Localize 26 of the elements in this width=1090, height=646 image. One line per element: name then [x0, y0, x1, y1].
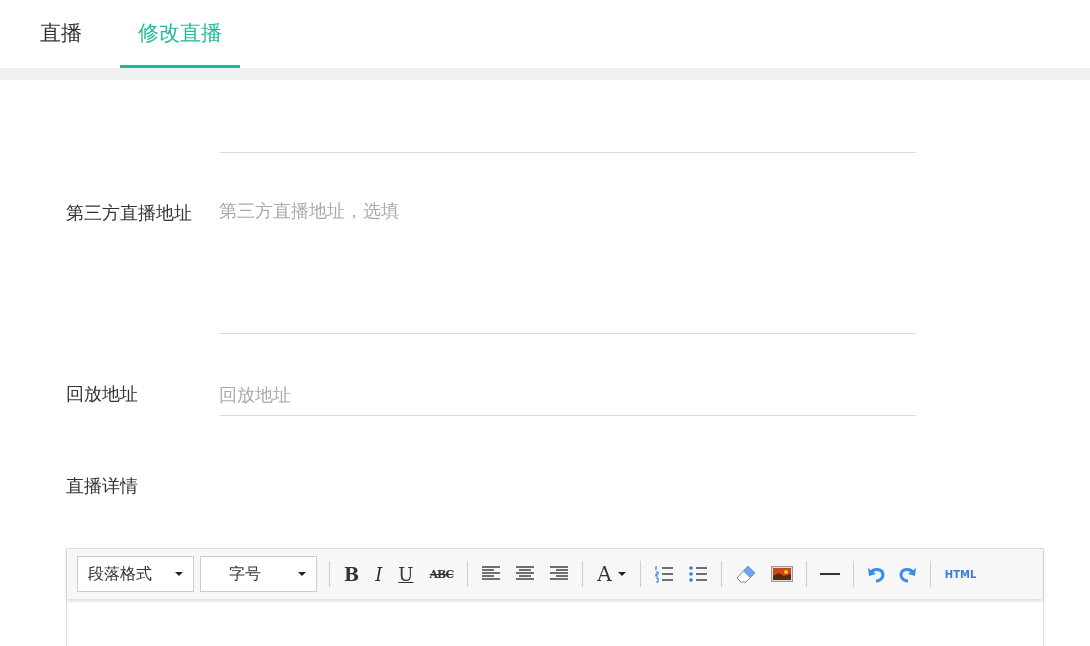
- caret-icon: [617, 572, 626, 576]
- underline-button[interactable]: U: [392, 563, 420, 585]
- dropdown[interactable]: 段落格式: [77, 556, 194, 592]
- italic-button[interactable]: I: [369, 563, 389, 585]
- align-right-icon[interactable]: [549, 566, 570, 582]
- field-label: 回放地址: [66, 382, 139, 406]
- bold-button[interactable]: B: [338, 563, 366, 585]
- field-label: 第三方直播地址: [66, 201, 193, 225]
- caret-icon: [298, 572, 306, 576]
- image-icon[interactable]: [770, 566, 793, 582]
- eraser-icon[interactable]: [734, 564, 757, 584]
- html-button[interactable]: HTML: [938, 568, 983, 580]
- field-label: 直播详情: [66, 474, 139, 498]
- tab[interactable]: 直播: [22, 0, 100, 68]
- align-center-icon[interactable]: [515, 566, 536, 582]
- textarea-field[interactable]: 第三方直播地址，选填: [219, 199, 916, 334]
- align-left-icon[interactable]: [481, 566, 502, 582]
- horizontal-rule-icon[interactable]: [819, 572, 840, 576]
- strikethrough-button[interactable]: ABC: [423, 567, 460, 581]
- undo-icon[interactable]: [866, 565, 885, 583]
- numbered-list-icon[interactable]: [653, 565, 674, 583]
- dropdown[interactable]: 字号: [200, 556, 317, 592]
- caret-icon: [175, 572, 183, 576]
- bullet-list-icon[interactable]: [687, 565, 708, 583]
- redo-icon[interactable]: [898, 565, 917, 583]
- font-color-button[interactable]: A: [591, 562, 632, 586]
